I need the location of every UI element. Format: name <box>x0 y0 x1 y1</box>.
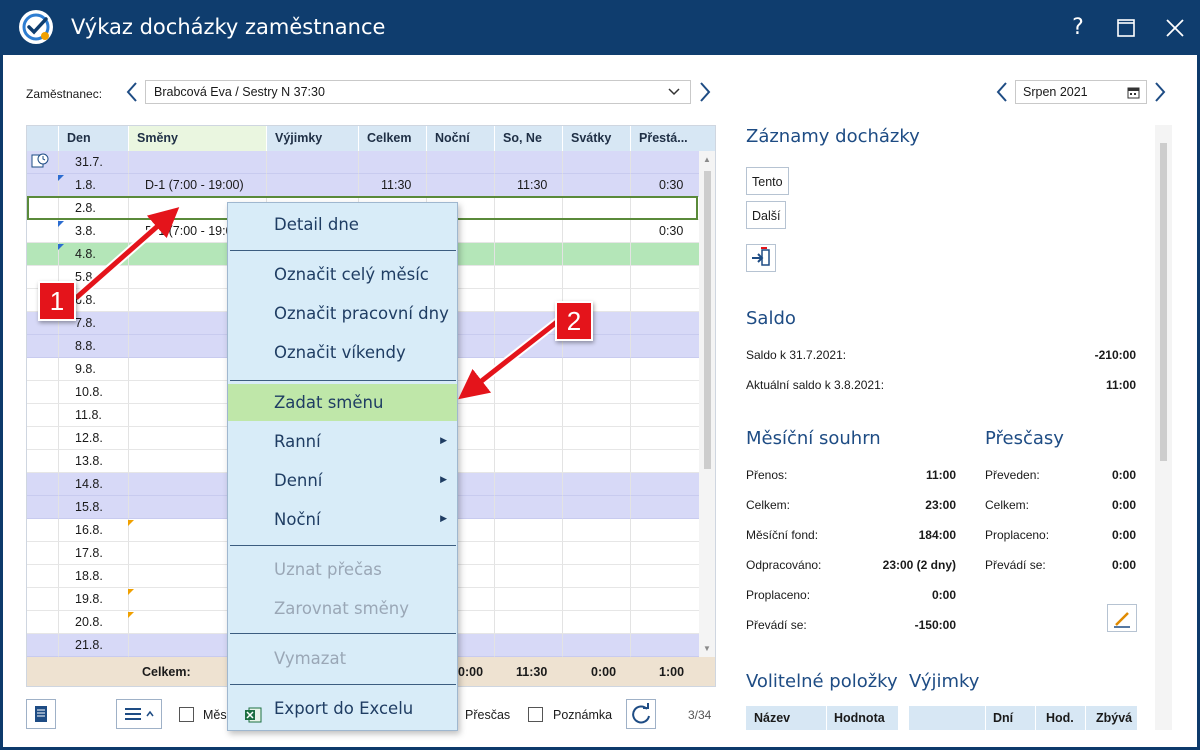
annotation-badge-2: 2 <box>555 301 593 341</box>
annotation-arrows <box>73 207 565 400</box>
annotation-badge-1: 1 <box>38 281 76 321</box>
